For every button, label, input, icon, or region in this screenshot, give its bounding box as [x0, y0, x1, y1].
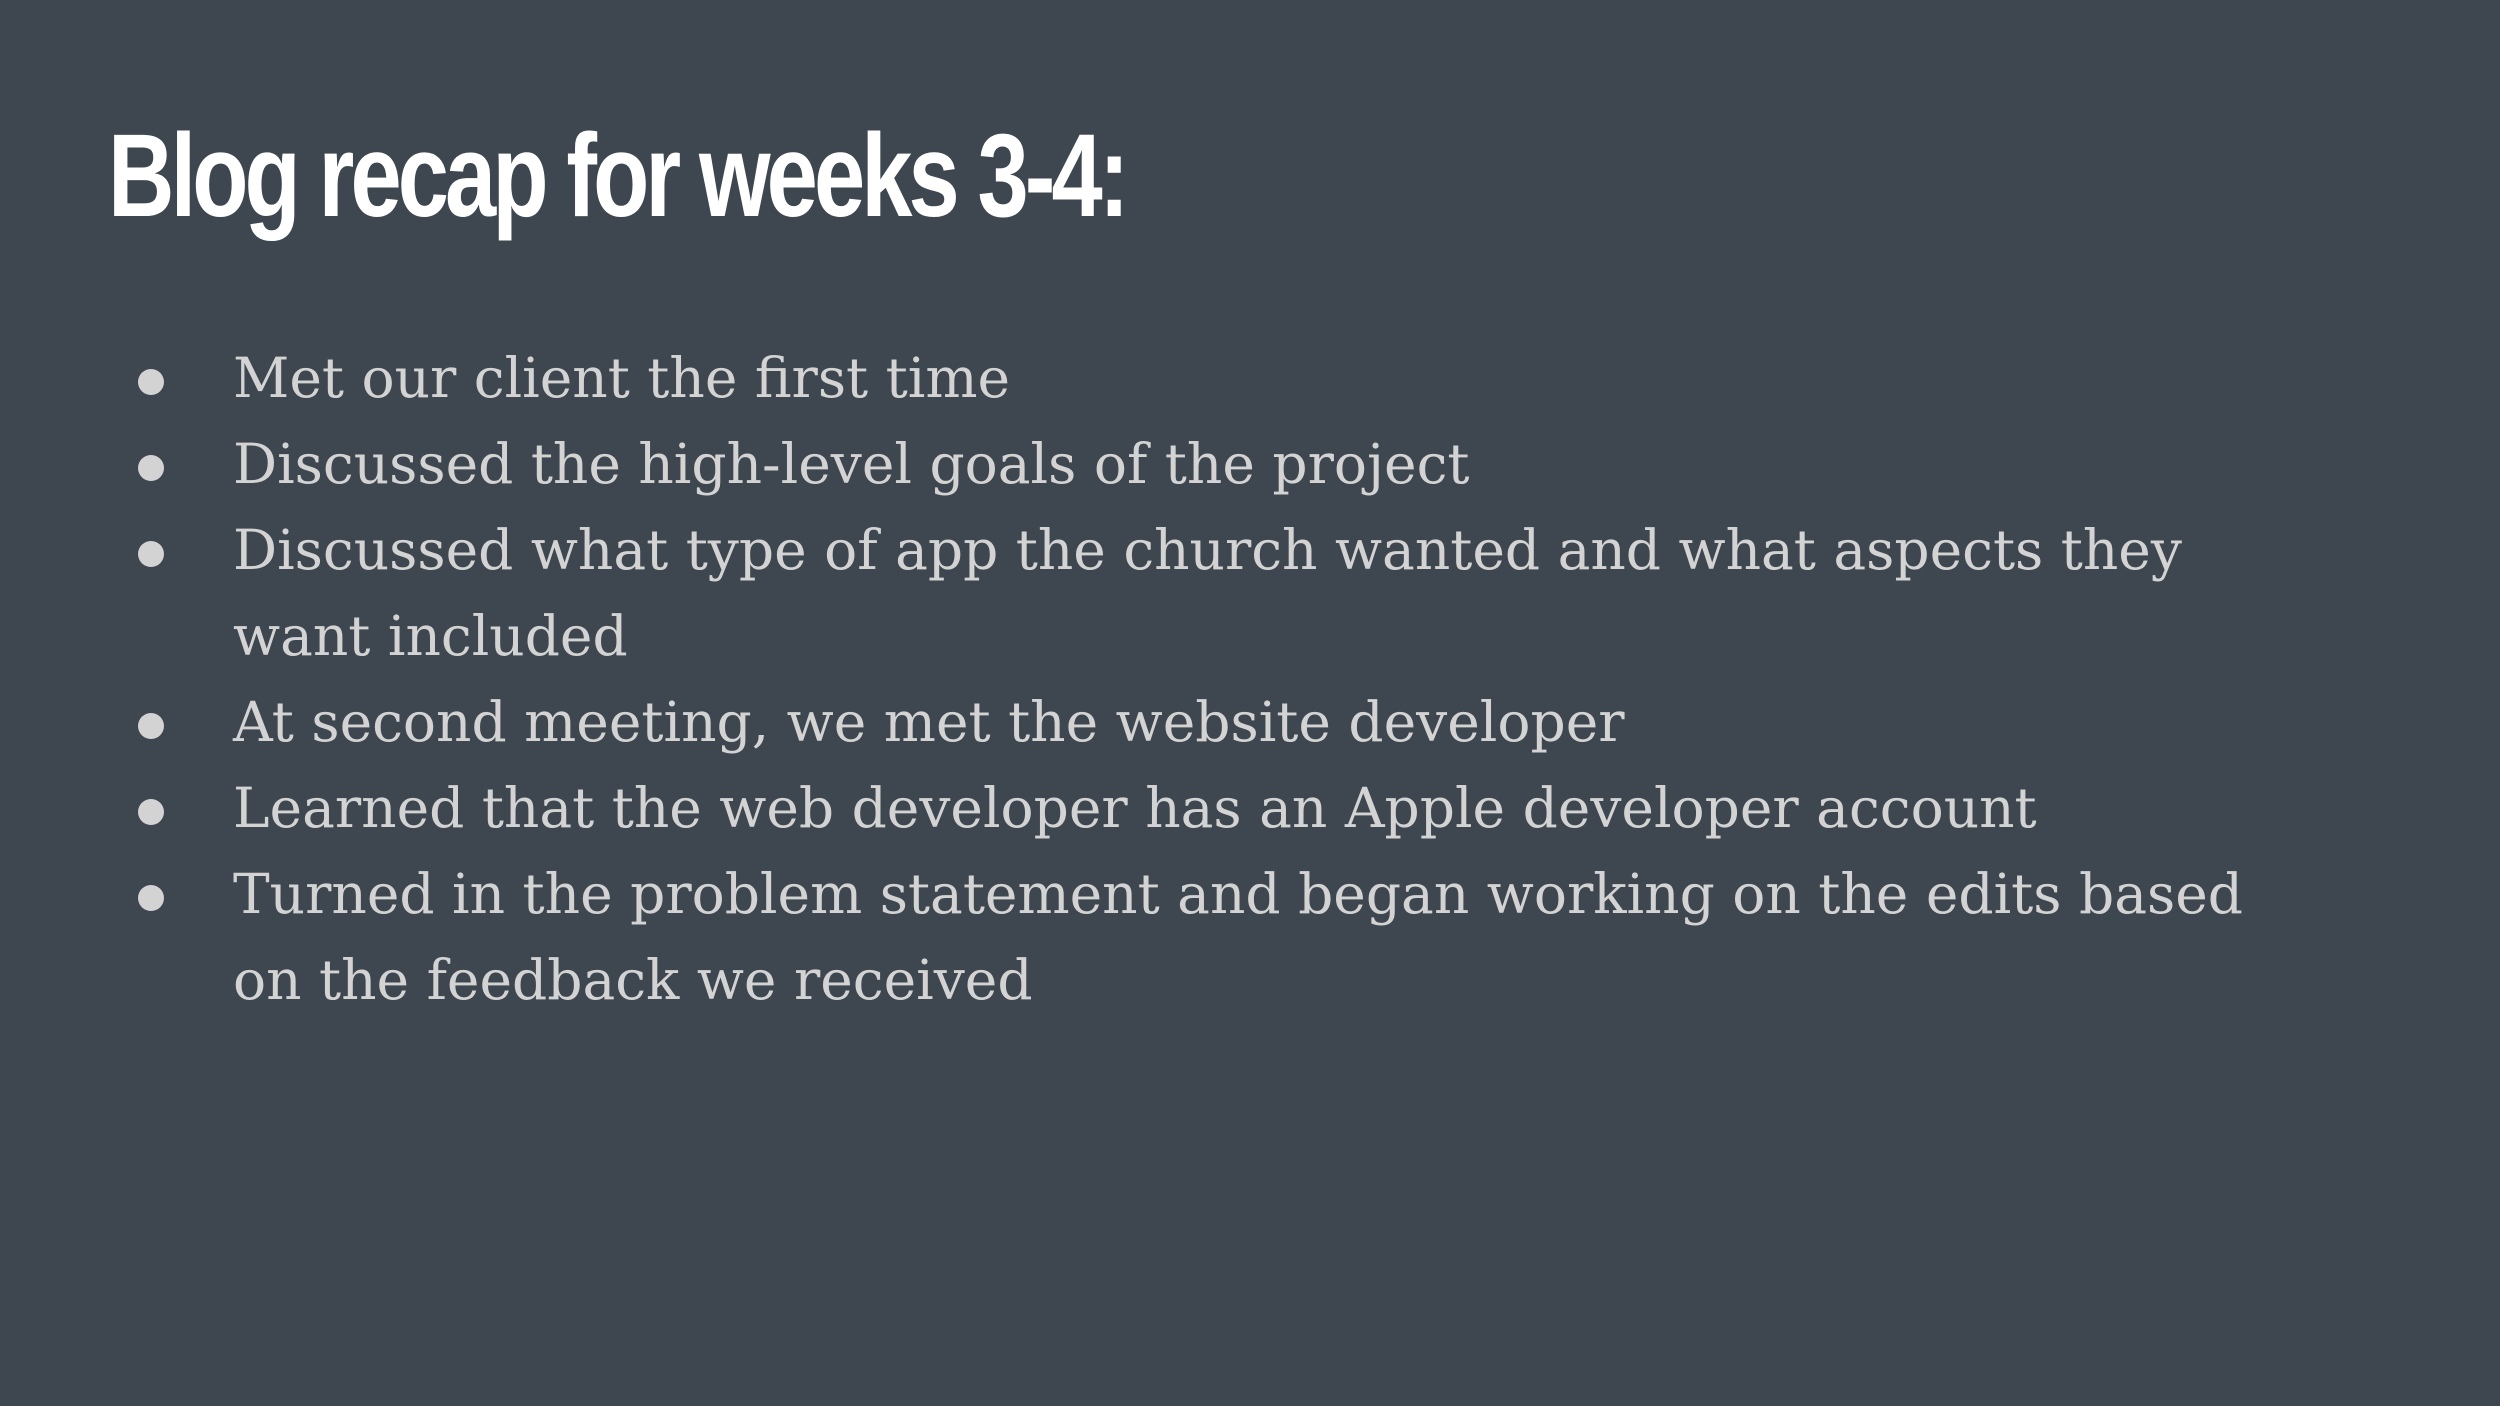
list-item: Met our client the first time — [0, 335, 2323, 421]
list-item: Turned in the problem statement and bega… — [0, 851, 2323, 1023]
bullet-text: At second meeting, we met the website de… — [233, 690, 1625, 754]
slide: Blog recap for weeks 3-4: Met our client… — [0, 0, 2500, 1406]
list-item: Discussed what type of app the church wa… — [0, 507, 2323, 679]
bullet-dot-icon — [138, 541, 164, 567]
bullet-dot-icon — [138, 885, 164, 911]
list-item: Learned that the web developer has an Ap… — [0, 765, 2323, 851]
list-item: Discussed the high-level goals of the pr… — [0, 421, 2323, 507]
bullet-list: Met our client the first time Discussed … — [0, 335, 2500, 1023]
list-item: At second meeting, we met the website de… — [0, 679, 2323, 765]
bullet-text: Discussed the high-level goals of the pr… — [233, 432, 1470, 496]
bullet-dot-icon — [138, 713, 164, 739]
bullet-text: Met our client the first time — [233, 346, 1011, 410]
bullet-dot-icon — [138, 369, 164, 395]
bullet-text: Discussed what type of app the church wa… — [233, 518, 2182, 668]
bullet-text: Turned in the problem statement and bega… — [233, 862, 2243, 1012]
slide-title: Blog recap for weeks 3-4: — [108, 110, 1129, 242]
bullet-text: Learned that the web developer has an Ap… — [233, 776, 2037, 840]
bullet-dot-icon — [138, 455, 164, 481]
bullet-dot-icon — [138, 799, 164, 825]
